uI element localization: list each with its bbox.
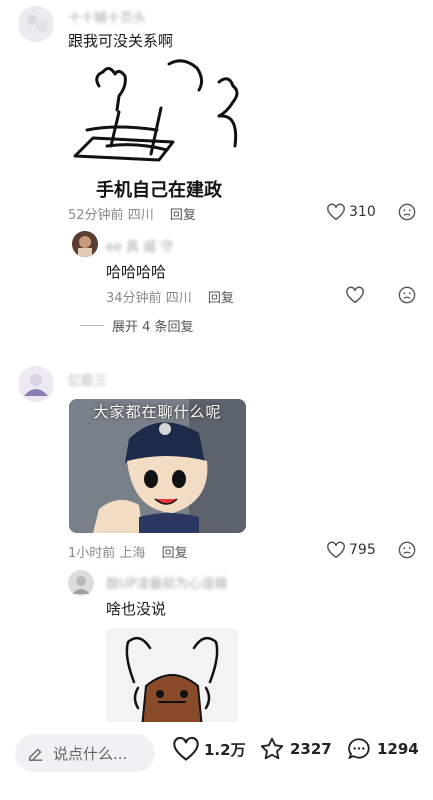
- divider: [80, 325, 104, 326]
- dislike-icon[interactable]: [398, 541, 416, 559]
- like-count: 795: [349, 542, 376, 558]
- comment-meta: 52分钟前 四川 回复: [68, 204, 196, 223]
- reply-button[interactable]: 回复: [162, 546, 188, 561]
- commenter-name[interactable]: 十十输十页头: [68, 7, 146, 26]
- reply-button[interactable]: 回复: [208, 291, 234, 306]
- reply-location: 四川: [165, 291, 192, 306]
- meme-caption: 手机自己在建政: [96, 180, 222, 201]
- pencil-icon: [29, 748, 43, 761]
- cockroach-drawing: [106, 628, 238, 728]
- reply-meta: 34分钟前 四川 回复: [106, 287, 234, 306]
- reply-name[interactable]: 鼓UP凌最前为心遥辑: [106, 573, 227, 592]
- comment-meta: 1小时前 上海 回复: [68, 542, 188, 561]
- comment-count: 1294: [377, 740, 419, 758]
- heart-icon: [327, 203, 345, 221]
- reply-name[interactable]: ee 具 威 守: [106, 236, 173, 255]
- expand-label: 展开 4 条回复: [112, 320, 194, 335]
- meme-image[interactable]: 大家都在聊什么呢: [69, 399, 246, 533]
- heart-icon[interactable]: [345, 286, 365, 304]
- reply-text: 哈哈哈哈: [106, 263, 167, 281]
- heart-icon: [327, 541, 345, 559]
- commenter-name[interactable]: 亿臣三: [68, 370, 107, 389]
- avatar[interactable]: [18, 366, 54, 402]
- reply-avatar[interactable]: [72, 231, 98, 257]
- expand-replies[interactable]: 展开 4 条回复: [80, 316, 194, 335]
- meme-drawing: [73, 59, 239, 162]
- comment-text: 跟我可没关系啊: [68, 32, 174, 50]
- reply-time: 34分钟前: [106, 291, 162, 306]
- like-button[interactable]: 310: [326, 203, 376, 221]
- reply-text: 啥也没说: [106, 600, 167, 618]
- dislike-icon[interactable]: [398, 286, 416, 304]
- comment-input-placeholder: 说点什么...: [53, 744, 128, 763]
- avatar[interactable]: [18, 6, 54, 42]
- comment-button[interactable]: 1294: [345, 736, 419, 762]
- star-icon: [260, 737, 284, 760]
- meme-caption: 大家都在聊什么呢: [93, 403, 222, 421]
- favorite-count: 2327: [290, 740, 332, 758]
- like-post-button[interactable]: 1.2万: [172, 736, 246, 762]
- heart-icon: [173, 736, 199, 761]
- reply-avatar[interactable]: [68, 570, 94, 596]
- comment-1: 十十输十页头 跟我可没关系啊 手机自己在建政 52分钟前 四川 回复 310 e…: [0, 0, 433, 306]
- meme-image[interactable]: 手机自己在建政: [69, 56, 249, 202]
- like-count: 310: [349, 204, 376, 220]
- comment-location: 四川: [127, 208, 154, 223]
- comment-time: 52分钟前: [68, 208, 124, 223]
- comment-input[interactable]: 说点什么...: [15, 734, 155, 772]
- comment-location: 上海: [119, 546, 146, 561]
- favorite-button[interactable]: 2327: [258, 736, 332, 762]
- comment-bubble-icon: [348, 738, 370, 760]
- comment-time: 1小时前: [68, 546, 116, 561]
- bottom-action-bar: 说点什么... 1.2万 2327 1294: [0, 722, 433, 800]
- like-button[interactable]: 795: [326, 541, 376, 559]
- post-like-count: 1.2万: [204, 740, 246, 759]
- meme-image[interactable]: [106, 628, 238, 728]
- dislike-icon[interactable]: [398, 203, 416, 221]
- reply-button[interactable]: 回复: [170, 208, 196, 223]
